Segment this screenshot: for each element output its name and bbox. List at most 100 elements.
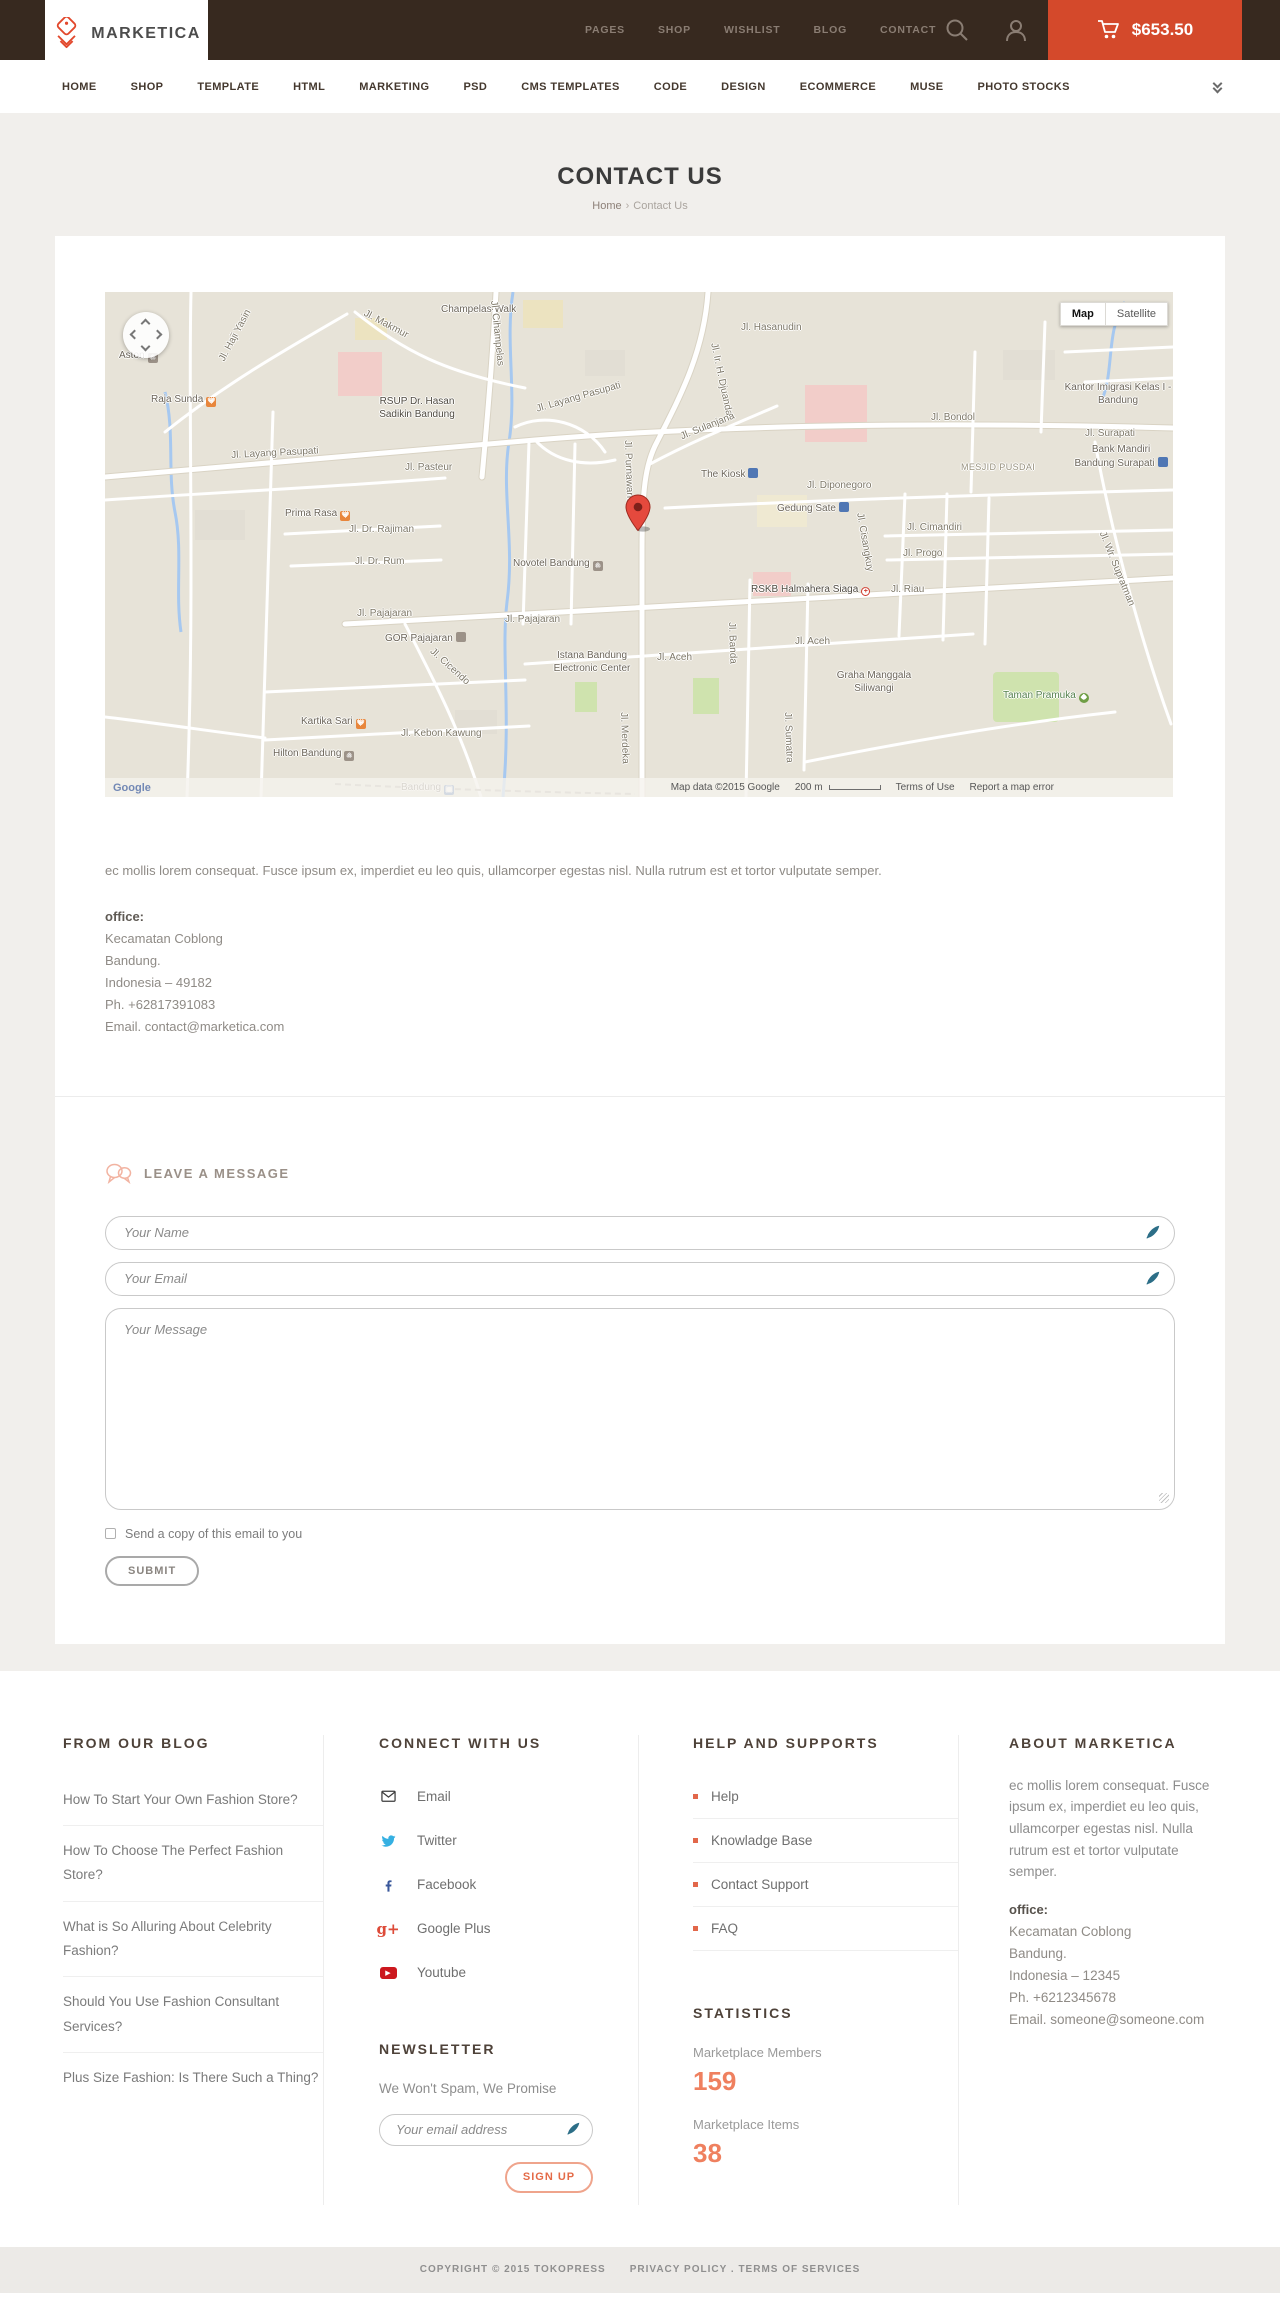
gplus-icon: g+ bbox=[376, 1919, 400, 1938]
pan-left-icon[interactable] bbox=[129, 329, 140, 340]
pan-down-icon[interactable] bbox=[140, 341, 151, 352]
mainnav-item[interactable]: TEMPLATE bbox=[197, 81, 259, 93]
user-account-icon[interactable] bbox=[1003, 17, 1029, 43]
items-value: 38 bbox=[693, 2137, 722, 2168]
privacy-policy-link[interactable]: PRIVACY POLICY bbox=[630, 2264, 727, 2275]
legal-links: PRIVACY POLICY . TERMS OF SERVICES bbox=[629, 2264, 861, 2276]
map-label: Istana Bandung Electronic Center bbox=[553, 650, 631, 674]
help-link[interactable]: Knowladge Base bbox=[693, 1819, 958, 1863]
social-link[interactable]: Twitter bbox=[379, 1819, 638, 1863]
map-label: Kantor Imigrasi Kelas I - Bandung bbox=[1064, 382, 1172, 406]
help-link[interactable]: Contact Support bbox=[693, 1863, 958, 1907]
map-marker-pin[interactable] bbox=[625, 494, 651, 532]
statistics-heading: STATISTICS bbox=[693, 2004, 793, 2021]
blog-post-link[interactable]: How To Start Your Own Fashion Store? bbox=[63, 1775, 323, 1827]
satellite-view-button[interactable]: Satellite bbox=[1104, 302, 1168, 326]
about-heading: ABOUT MARKETICA bbox=[1009, 1734, 1177, 1751]
pan-right-icon[interactable] bbox=[152, 329, 163, 340]
blog-post-link[interactable]: Plus Size Fashion: Is There Such a Thing… bbox=[63, 2053, 323, 2103]
connect-heading: CONNECT WITH US bbox=[379, 1734, 542, 1751]
terms-of-services-link[interactable]: TERMS OF SERVICES bbox=[738, 2264, 860, 2275]
email-field-wrap bbox=[105, 1261, 1175, 1296]
map-label: Jl. Bondol bbox=[931, 412, 975, 423]
top-nav-link[interactable]: SHOP bbox=[658, 24, 691, 36]
blog-post-link[interactable]: How To Choose The Perfect Fashion Store? bbox=[63, 1826, 323, 1902]
resize-handle[interactable] bbox=[1159, 1492, 1169, 1503]
mainnav-item[interactable]: PSD bbox=[463, 81, 487, 93]
google-map[interactable]: Champelas Walk Jl. Hasanudin Jl. Ir. H. Dj… bbox=[105, 292, 1173, 797]
blue-poi-icon bbox=[838, 502, 849, 512]
social-link[interactable]: g+ Google Plus bbox=[376, 1907, 638, 1951]
hospital-poi-icon: + bbox=[861, 587, 871, 596]
blog-post-link[interactable]: What is So Alluring About Celebrity Fash… bbox=[63, 1902, 323, 1978]
map-label: Novotel Bandung ⌂ bbox=[513, 558, 603, 571]
map-label: Jl. Pasteur bbox=[405, 462, 453, 473]
social-link[interactable]: Email bbox=[379, 1775, 638, 1819]
map-label: Raja Sunda Ψ bbox=[151, 394, 217, 407]
pen-icon bbox=[567, 2122, 580, 2135]
office-label: office: bbox=[1009, 1901, 1048, 1917]
mainnav-item[interactable]: DESIGN bbox=[721, 81, 766, 93]
office-address-line: Kecamatan Coblong bbox=[105, 930, 223, 946]
map-label: Jl. Aceh bbox=[795, 636, 831, 647]
mainnav-item[interactable]: CMS TEMPLATES bbox=[521, 81, 620, 93]
bullet-icon bbox=[693, 1793, 698, 1799]
top-nav-link[interactable]: WISHLIST bbox=[724, 24, 781, 36]
mainnav-item[interactable]: HTML bbox=[293, 81, 325, 93]
map-label: Hilton Bandung ⌂ bbox=[273, 748, 355, 761]
send-copy-checkbox[interactable] bbox=[105, 1528, 116, 1540]
terms-of-use-link[interactable]: Terms of Use bbox=[896, 782, 955, 793]
top-nav: PAGES SHOP WISHLIST BLOG CONTACT bbox=[585, 0, 936, 60]
email-input[interactable] bbox=[105, 1261, 1175, 1296]
mainnav-item[interactable]: CODE bbox=[654, 81, 687, 93]
top-nav-link[interactable]: PAGES bbox=[585, 24, 625, 36]
help-link[interactable]: FAQ bbox=[693, 1907, 958, 1951]
map-view-button[interactable]: Map bbox=[1059, 302, 1105, 326]
social-label: Youtube bbox=[417, 1965, 467, 1981]
mainnav-item[interactable]: PHOTO STOCKS bbox=[977, 81, 1069, 93]
chevron-down-icon[interactable] bbox=[1212, 78, 1224, 93]
social-link[interactable]: ▶ Youtube bbox=[379, 1951, 638, 1995]
leave-message-section: LEAVE A MESSAGE Your Name Your Email You… bbox=[105, 1097, 1175, 1586]
search-icon[interactable] bbox=[944, 17, 970, 43]
mainnav-item[interactable]: HOME bbox=[62, 81, 97, 93]
map-label: Gedung Sate bbox=[777, 502, 849, 516]
breadcrumb-current: Contact Us bbox=[633, 200, 688, 212]
brand-logo[interactable]: MARKETICA bbox=[45, 0, 208, 68]
email-icon bbox=[379, 1789, 397, 1804]
pan-up-icon[interactable] bbox=[140, 318, 151, 329]
report-map-error-link[interactable]: Report a map error bbox=[970, 782, 1054, 793]
map-label: Jl. Cicendo bbox=[427, 646, 472, 688]
newsletter-promise: We Won't Spam, We Promise bbox=[379, 2080, 557, 2096]
mainnav-item[interactable]: MUSE bbox=[910, 81, 943, 93]
top-nav-link[interactable]: BLOG bbox=[814, 24, 848, 36]
social-label: Google Plus bbox=[417, 1921, 491, 1937]
signup-button[interactable]: SIGN UP bbox=[505, 2161, 593, 2193]
map-label: Jl. Ir. H. Djuanda bbox=[708, 342, 735, 417]
bullet-icon bbox=[693, 1837, 698, 1843]
submit-button[interactable]: SUBMIT bbox=[105, 1555, 200, 1586]
cart-button[interactable]: $653.50 bbox=[1048, 0, 1242, 60]
message-textarea[interactable] bbox=[105, 1307, 1175, 1510]
mainnav-item[interactable]: ECOMMERCE bbox=[800, 81, 876, 93]
pen-icon bbox=[1146, 1225, 1160, 1239]
mainnav-item[interactable]: MARKETING bbox=[359, 81, 429, 93]
map-pan-control[interactable] bbox=[123, 312, 169, 358]
about-office-line: Indonesia – 12345 bbox=[1009, 1967, 1121, 1983]
social-link[interactable]: Facebook bbox=[379, 1863, 638, 1907]
footer-blog-column: FROM OUR BLOG How To Start Your Own Fash… bbox=[63, 1735, 323, 2205]
office-address-line: Email. contact@marketica.com bbox=[105, 1018, 285, 1034]
copyright-bar: COPYRIGHT © 2015 TOKOPRESS PRIVACY POLIC… bbox=[0, 2246, 1280, 2293]
help-link[interactable]: Help bbox=[693, 1775, 958, 1819]
name-input[interactable] bbox=[105, 1215, 1175, 1250]
blog-post-link[interactable]: Should You Use Fashion Consultant Servic… bbox=[63, 1977, 323, 2053]
chat-bubbles-icon bbox=[106, 1163, 132, 1184]
map-label: Jl. Wr. Supratman bbox=[1096, 530, 1137, 608]
restaurant-poi-icon: Ψ bbox=[355, 719, 366, 729]
top-nav-link[interactable]: CONTACT bbox=[880, 24, 936, 36]
footer-connect-column: CONNECT WITH US Email Twitter Facebook g… bbox=[323, 1734, 638, 2205]
mainnav-item[interactable]: SHOP bbox=[131, 81, 164, 93]
breadcrumb-home-link[interactable]: Home bbox=[592, 200, 621, 212]
newsletter-email-input[interactable] bbox=[379, 2113, 593, 2146]
map-label: GOR Pajajaran bbox=[385, 632, 466, 646]
